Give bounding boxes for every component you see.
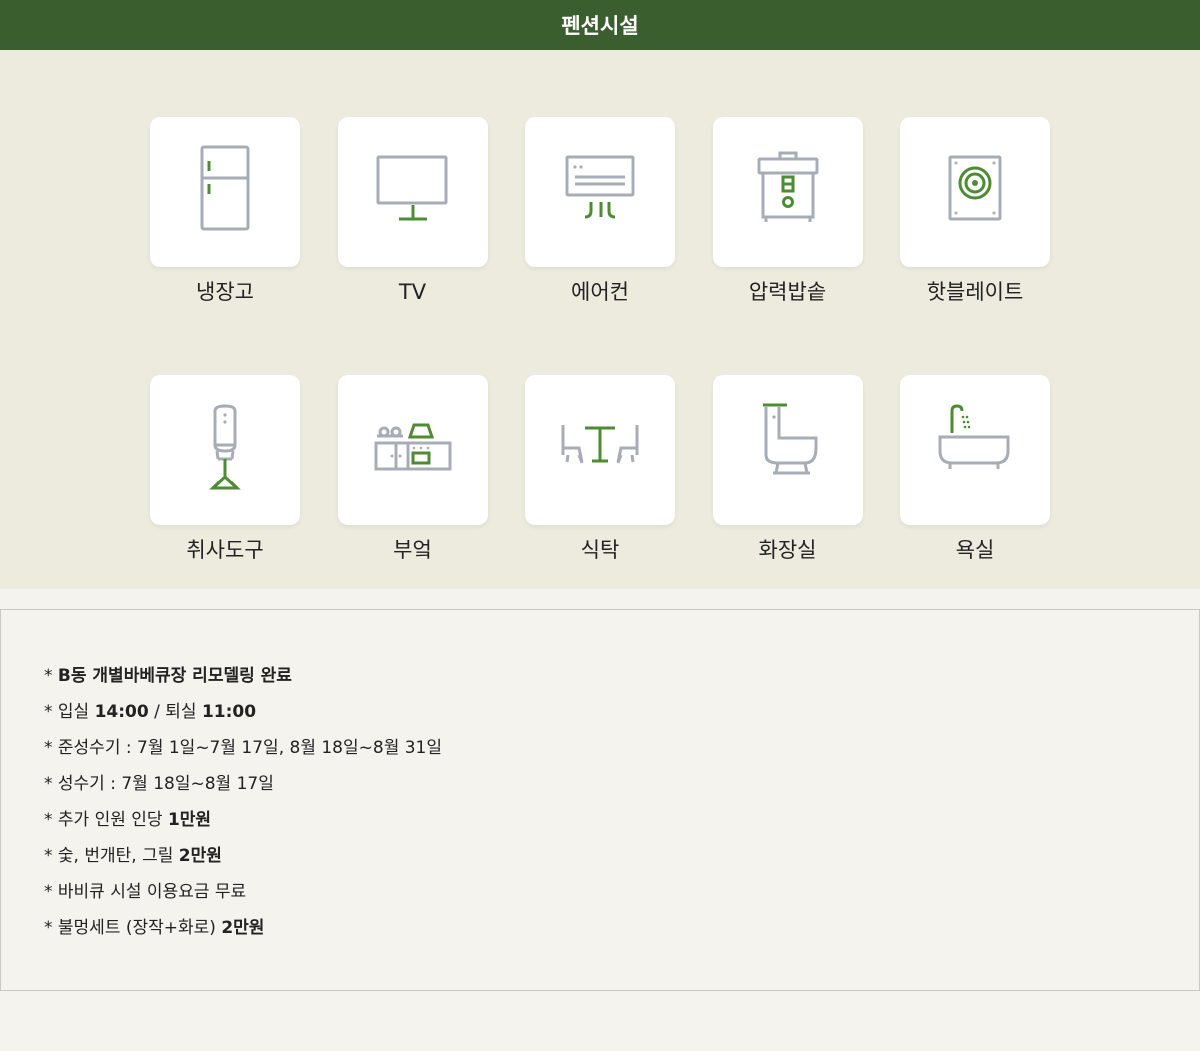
facility-item: 취사도구: [150, 375, 300, 564]
facility-tile: [150, 117, 300, 267]
notice-item: * 바비큐 시설 이용요금 무료: [44, 874, 1199, 910]
notice-text: * 추가 인원 인당: [44, 810, 168, 830]
notice-box: * B동 개별바베큐장 리모델링 완료 * 입실 14:00 / 퇴실 11:00…: [0, 609, 1200, 991]
notice-highlight: 1만원: [167, 810, 212, 830]
notice-item: * 추가 인원 인당 1만원: [44, 802, 1199, 838]
page-header: 펜션시설: [0, 0, 1200, 50]
facility-item: 압력밥솥: [712, 117, 863, 306]
notice-text: *: [44, 666, 58, 686]
facility-tile: [712, 117, 863, 267]
facility-label: 에어컨: [571, 280, 629, 304]
facility-item: 부엌: [337, 375, 488, 564]
facility-label: TV: [398, 280, 427, 304]
facility-label: 압력밥솥: [748, 280, 827, 304]
facilities-section: 냉장고 TV 에어컨 압력밥솥 핫블레이트 취사도구 부엌 식탁 화장실 욕실: [0, 50, 1200, 589]
facility-grid: 냉장고 TV 에어컨 압력밥솥 핫블레이트 취사도구 부엌 식탁 화장실 욕실: [150, 117, 1050, 564]
facility-item: 식탁: [525, 375, 675, 564]
notice-text: / 퇴실: [148, 702, 202, 722]
facility-label: 취사도구: [186, 538, 264, 562]
facility-label: 욕실: [955, 538, 995, 562]
notice-list: * B동 개별바베큐장 리모델링 완료 * 입실 14:00 / 퇴실 11:00…: [1, 610, 1199, 946]
refrigerator-icon: [200, 145, 250, 231]
notice-highlight: 14:00: [94, 702, 149, 722]
notice-item: * 성수기 : 7월 18일~8월 17일: [44, 766, 1199, 802]
notice-text: * 숯, 번개탄, 그릴: [44, 846, 179, 866]
facility-item: 에어컨: [525, 117, 675, 306]
facility-label: 화장실: [758, 538, 817, 562]
notice-highlight: 11:00: [201, 702, 257, 722]
facility-label: 핫블레이트: [926, 280, 1024, 304]
facility-label: 식탁: [580, 538, 620, 562]
cooking-utensil-icon: [209, 404, 241, 490]
notice-text: * 불멍세트 (장작+화로): [44, 918, 222, 938]
notice-text: * 준성수기 : 7월 1일~7월 17일, 8월 18일~8월 31일: [44, 738, 443, 758]
tv-icon: [376, 155, 447, 221]
notice-item: * B동 개별바베큐장 리모델링 완료: [44, 658, 1199, 694]
page-title: 펜션시설: [561, 14, 639, 38]
notice-item: * 숯, 번개탄, 그릴 2만원: [44, 838, 1199, 874]
facility-item: TV: [337, 117, 488, 306]
facility-tile: [150, 375, 300, 525]
rice-cooker-icon: [757, 151, 818, 222]
toilet-icon: [762, 403, 817, 475]
facility-tile: [900, 375, 1050, 525]
facility-item: 화장실: [712, 375, 863, 564]
facility-tile: [712, 375, 863, 525]
facility-tile: [337, 375, 488, 525]
notice-item: * 불멍세트 (장작+화로) 2만원: [44, 910, 1199, 946]
facility-label: 냉장고: [196, 280, 254, 304]
facility-tile: [337, 117, 488, 267]
hot-plate-icon: [948, 155, 1002, 221]
notice-item: * 입실 14:00 / 퇴실 11:00: [44, 694, 1199, 730]
notice-text: * 성수기 : 7월 18일~8월 17일: [44, 774, 274, 794]
air-conditioner-icon: [565, 155, 635, 219]
dining-table-icon: [561, 425, 639, 464]
facility-item: 욕실: [900, 375, 1050, 564]
kitchen-icon: [374, 423, 451, 471]
notice-text: * 바비큐 시설 이용요금 무료: [44, 882, 247, 902]
facility-item: 핫블레이트: [900, 117, 1050, 306]
facility-tile: [525, 117, 675, 267]
notice-text: * 입실: [44, 702, 95, 722]
notice-highlight: 2만원: [221, 918, 265, 938]
facility-item: 냉장고: [150, 117, 300, 306]
notice-highlight: B동 개별바베큐장 리모델링 완료: [57, 666, 292, 686]
facility-tile: [525, 375, 675, 525]
notice-item: * 준성수기 : 7월 1일~7월 17일, 8월 18일~8월 31일: [44, 730, 1199, 766]
bathtub-icon: [938, 404, 1010, 469]
facility-label: 부엌: [393, 538, 432, 562]
notice-highlight: 2만원: [178, 846, 222, 866]
facility-tile: [900, 117, 1050, 267]
